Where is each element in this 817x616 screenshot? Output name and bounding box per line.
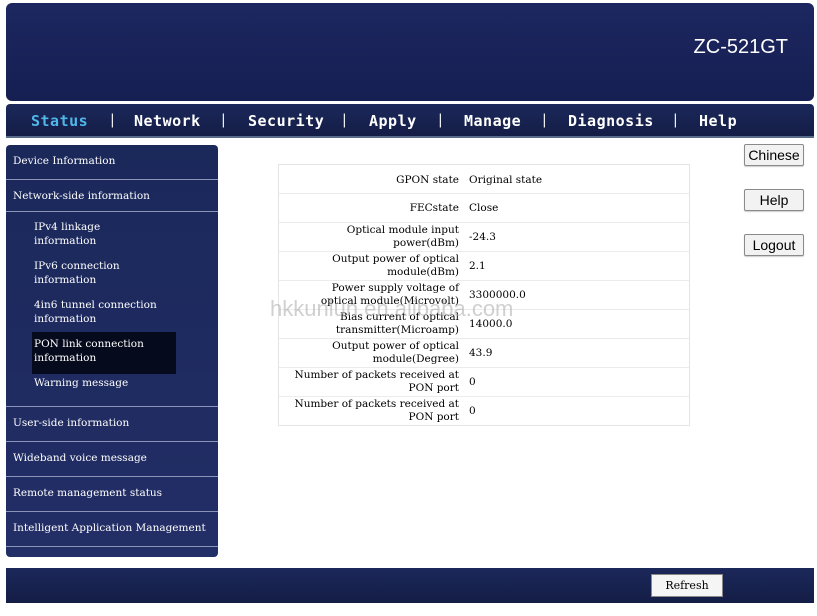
table-row: FECstate Close: [279, 193, 689, 223]
nav-separator: |: [542, 112, 547, 128]
subitem-line: IPv4 linkage: [34, 221, 101, 233]
table-row: Bias current of optical transmitter(Micro…: [279, 309, 689, 339]
sidebar-item-device-information[interactable]: Device Information: [13, 155, 225, 167]
nav-separator: |: [673, 112, 678, 128]
row-value: 0: [469, 376, 476, 388]
row-label: Power supply voltage of optical module(Mi…: [320, 282, 459, 307]
row-label: Number of packets received at PON port: [294, 369, 460, 394]
nav-separator: |: [342, 112, 347, 128]
chinese-language-button[interactable]: Chinese: [744, 144, 804, 166]
tab-apply[interactable]: Apply: [369, 112, 417, 130]
subitem-line: Warning message: [34, 377, 129, 389]
row-value: 14000.0: [469, 318, 513, 330]
row-value: Original state: [469, 174, 543, 186]
sidebar: Device Information Network-side informat…: [6, 145, 218, 557]
table-row: GPON state Original state: [279, 165, 689, 194]
table-row: Output power of optical module(dBm) 2.1: [279, 251, 689, 281]
subitem-line: 4in6 tunnel connection: [34, 299, 157, 311]
row-value: 0: [469, 405, 476, 417]
row-label: Number of packets received at PON port: [294, 398, 460, 423]
sidebar-divider: [6, 179, 218, 180]
table-row: Optical module input power(dBm) -24.3: [279, 222, 689, 252]
top-nav: Status | Network | Security | Apply | Ma…: [6, 104, 814, 138]
tab-security[interactable]: Security: [248, 112, 324, 130]
row-value: 2.1: [469, 260, 486, 272]
sidebar-subitem-warning-message[interactable]: Warning message: [34, 376, 246, 390]
tab-manage[interactable]: Manage: [464, 112, 521, 130]
sidebar-item-wideband-voice[interactable]: Wideband voice message: [13, 452, 225, 464]
sidebar-divider: [6, 211, 218, 212]
sidebar-item-user-side[interactable]: User-side information: [13, 417, 225, 429]
subitem-line: PON link connection: [34, 338, 144, 350]
table-row: Number of packets received at PON port 0: [279, 396, 689, 424]
row-value: Close: [469, 202, 499, 214]
nav-separator: |: [221, 112, 226, 128]
row-label: Output power of optical module(Degree): [332, 340, 459, 365]
tab-status[interactable]: Status: [31, 112, 88, 130]
model-title: ZC-521GT: [693, 36, 788, 58]
sidebar-divider: [6, 476, 218, 477]
table-row: Output power of optical module(Degree) 43…: [279, 338, 689, 368]
sidebar-divider: [6, 511, 218, 512]
tab-help[interactable]: Help: [699, 112, 737, 130]
table-row: Power supply voltage of optical module(Mi…: [279, 280, 689, 310]
sidebar-subitem-4in6-tunnel[interactable]: 4in6 tunnel connection information: [34, 298, 246, 326]
footer-bar: Refresh: [6, 568, 814, 603]
row-value: 43.9: [469, 347, 493, 359]
sidebar-item-network-side[interactable]: Network-side information: [13, 190, 225, 202]
pon-info-table: GPON state Original state FECstate Close…: [278, 164, 690, 426]
table-row: Number of packets received at PON port 0: [279, 367, 689, 397]
nav-separator: |: [438, 112, 443, 128]
logout-button[interactable]: Logout: [744, 234, 804, 256]
subitem-line: information: [34, 274, 97, 286]
row-label: FECstate: [409, 202, 459, 214]
tab-network[interactable]: Network: [134, 112, 201, 130]
row-label: GPON state: [396, 174, 459, 186]
sidebar-divider: [6, 546, 218, 547]
row-label: Bias current of optical transmitter(Micro…: [335, 311, 459, 336]
nav-separator: |: [110, 112, 115, 128]
subitem-line: information: [34, 313, 97, 325]
row-value: -24.3: [469, 231, 496, 243]
sidebar-divider: [6, 441, 218, 442]
subitem-line: IPv6 connection: [34, 260, 120, 272]
subitem-line: information: [34, 352, 97, 364]
sidebar-subitem-pon-link[interactable]: PON link connection information: [32, 332, 176, 374]
sidebar-subitem-ipv4-linkage[interactable]: IPv4 linkage information: [34, 220, 246, 248]
tab-diagnosis[interactable]: Diagnosis: [568, 112, 654, 130]
header-banner: ZC-521GT: [6, 3, 814, 101]
subitem-line: information: [34, 235, 97, 247]
row-value: 3300000.0: [469, 289, 526, 301]
sidebar-divider: [6, 406, 218, 407]
row-label: Optical module input power(dBm): [346, 224, 459, 249]
sidebar-subitem-ipv6-connection[interactable]: IPv6 connection information: [34, 259, 246, 287]
sidebar-item-intelligent-app[interactable]: Intelligent Application Management: [13, 522, 225, 534]
refresh-button[interactable]: Refresh: [651, 574, 723, 597]
row-label: Output power of optical module(dBm): [332, 253, 459, 278]
help-button[interactable]: Help: [744, 189, 804, 211]
sidebar-item-remote-management[interactable]: Remote management status: [13, 487, 225, 499]
